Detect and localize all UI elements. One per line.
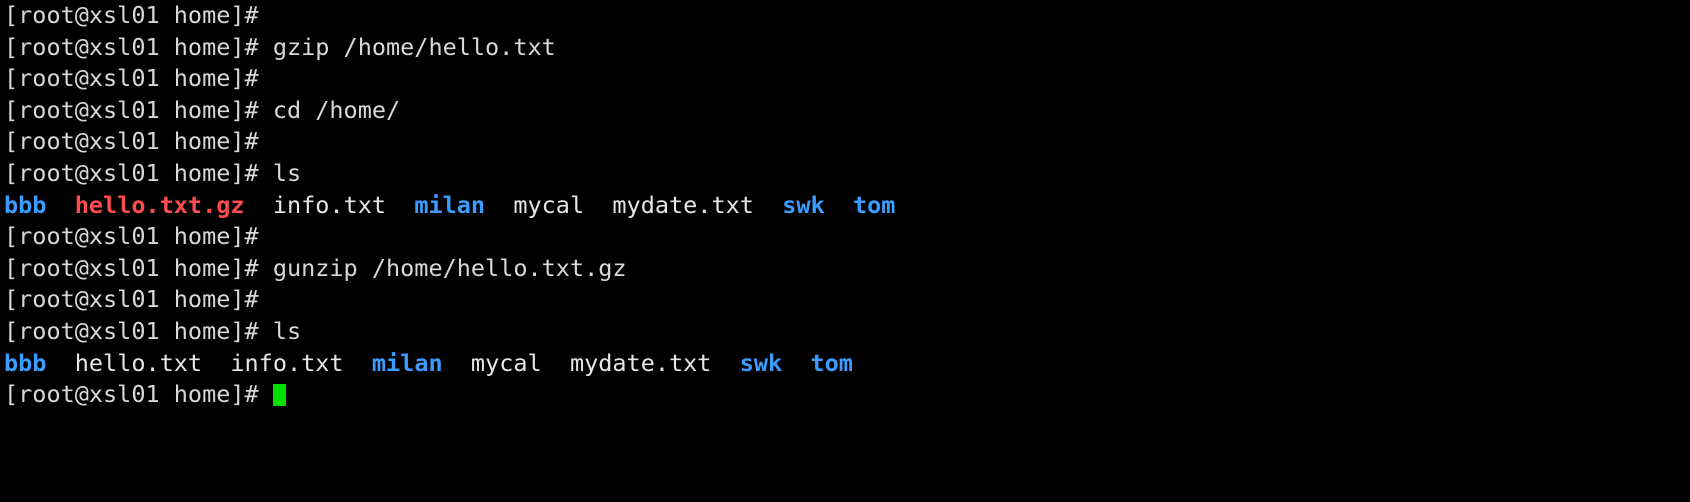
terminal-line: [root@xsl01 home]# ls xyxy=(0,316,1690,348)
ls-entry xyxy=(542,349,570,377)
ls-entry xyxy=(782,349,810,377)
terminal-line: [root@xsl01 home]# xyxy=(0,284,1690,316)
terminal-screen[interactable]: [root@xsl01 home]# [root@xsl01 home]# gzi… xyxy=(0,0,1690,502)
ls-entry: swk xyxy=(782,190,825,219)
ls-entry xyxy=(245,191,273,219)
terminal-text: [root@xsl01 home]# ls xyxy=(4,158,302,187)
terminal-line: [root@xsl01 home]# cd /home/ xyxy=(0,95,1690,127)
ls-entry xyxy=(202,349,230,377)
terminal-line: [root@xsl01 home]# xyxy=(0,0,1690,32)
ls-entry: mydate.txt xyxy=(569,348,712,377)
ls-entry xyxy=(443,349,471,377)
ls-entry: mycal xyxy=(513,190,585,219)
ls-entry: milan xyxy=(371,348,443,377)
terminal-text: [root@xsl01 home]# cd /home/ xyxy=(4,95,401,124)
terminal-line: [root@xsl01 home]# xyxy=(0,126,1690,158)
ls-entry: mycal xyxy=(470,348,542,377)
ls-entry: mydate.txt xyxy=(612,190,754,219)
terminal-line: [root@xsl01 home]# ls xyxy=(0,158,1690,190)
ls-entry: tom xyxy=(852,190,896,219)
terminal-text: [root@xsl01 home]# xyxy=(4,64,259,93)
ls-entry xyxy=(46,349,74,377)
ls-entry: swk xyxy=(739,348,783,377)
terminal-text: [root@xsl01 home]# xyxy=(4,222,259,251)
ls-entry: bbb xyxy=(4,190,47,219)
ls-entry: tom xyxy=(810,348,853,377)
ls-entry: info.txt xyxy=(272,190,387,219)
ls-entry xyxy=(711,349,739,377)
ls-entry xyxy=(584,191,612,219)
terminal-line: bbb hello.txt info.txt milan mycal mydat… xyxy=(0,348,1690,380)
terminal-text: [root@xsl01 home]# xyxy=(4,127,259,156)
text-cursor xyxy=(272,384,286,407)
terminal-text: [root@xsl01 home]# xyxy=(4,380,273,409)
ls-entry: info.txt xyxy=(230,348,344,377)
terminal-line: [root@xsl01 home]# xyxy=(0,379,1690,411)
ls-entry xyxy=(344,349,372,377)
terminal-line: [root@xsl01 home]# xyxy=(0,63,1690,95)
terminal-text: [root@xsl01 home]# xyxy=(4,285,259,314)
terminal-text: [root@xsl01 home]# gunzip /home/hello.tx… xyxy=(4,253,627,282)
ls-entry xyxy=(754,191,782,219)
terminal-line: bbb hello.txt.gz info.txt milan mycal my… xyxy=(0,190,1690,222)
terminal-text: [root@xsl01 home]# xyxy=(4,1,259,29)
ls-entry: milan xyxy=(414,190,486,219)
terminal-line: [root@xsl01 home]# gunzip /home/hello.tx… xyxy=(0,253,1690,285)
ls-entry xyxy=(386,191,414,219)
terminal-line: [root@xsl01 home]# xyxy=(0,221,1690,253)
ls-entry: bbb xyxy=(4,348,47,377)
ls-entry: hello.txt.gz xyxy=(74,190,245,219)
terminal-text: [root@xsl01 home]# ls xyxy=(4,316,302,345)
terminal-line: [root@xsl01 home]# gzip /home/hello.txt xyxy=(0,32,1690,64)
terminal-text: [root@xsl01 home]# gzip /home/hello.txt xyxy=(4,32,556,61)
ls-entry xyxy=(485,191,513,219)
ls-entry xyxy=(46,191,74,219)
ls-entry: hello.txt xyxy=(74,348,203,377)
terminal-output-area[interactable]: [root@xsl01 home]# [root@xsl01 home]# gzi… xyxy=(0,0,1690,411)
ls-entry xyxy=(825,191,853,219)
